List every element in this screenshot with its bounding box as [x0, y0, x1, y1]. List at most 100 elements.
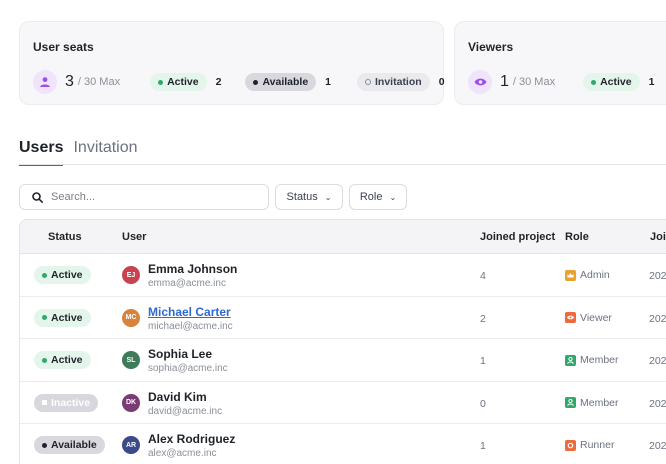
active-dot-icon: [42, 315, 47, 320]
status-label: Active: [51, 269, 83, 281]
active-label: Active: [167, 76, 199, 88]
viewers-card: Viewers 1 / 30 Max Active 1: [454, 21, 666, 105]
available-label: Available: [262, 76, 309, 88]
table-row[interactable]: Active MC Michael Carter michael@acme.in…: [20, 297, 666, 339]
table-header: Status User Joined project Role Joi: [20, 220, 666, 254]
avatar: EJ: [122, 266, 140, 284]
avatar: SL: [122, 351, 140, 369]
status-badge: Active: [34, 308, 91, 327]
role-cell: Member: [565, 354, 619, 366]
header-user[interactable]: User: [122, 231, 146, 243]
search-box[interactable]: [19, 184, 269, 210]
avatar: AR: [122, 436, 140, 454]
status-filter-label: Status: [286, 191, 318, 203]
status-badge: Inactive: [34, 393, 99, 412]
chevron-down-icon: ⌄: [389, 192, 397, 202]
users-table: Status User Joined project Role Joi Acti…: [19, 219, 666, 464]
tab-invitation[interactable]: Invitation: [73, 139, 137, 166]
user-name: Alex Rodriguez: [148, 432, 236, 446]
viewers-summary: 1 / 30 Max Active 1: [468, 70, 654, 94]
person-icon: [565, 397, 576, 408]
user-seats-summary: 3 / 30 Max Active 2 Available 1 Invitati…: [33, 70, 445, 94]
available-count: 1: [325, 76, 332, 88]
user-name-link[interactable]: Michael Carter: [148, 305, 231, 319]
user-icon: [33, 70, 57, 94]
search-input[interactable]: [51, 191, 251, 203]
header-join-date[interactable]: Joi: [650, 231, 666, 243]
viewers-active-badge: Active: [583, 73, 640, 91]
user-seats-title: User seats: [33, 40, 94, 54]
role-label: Runner: [580, 439, 615, 451]
search-icon: [32, 191, 43, 203]
available-dot-icon: [253, 79, 259, 85]
role-filter-label: Role: [359, 191, 383, 203]
join-date: 202: [649, 397, 666, 410]
role-label: Viewer: [580, 311, 612, 324]
user-name: Sophia Lee: [148, 347, 213, 361]
active-count: 2: [215, 76, 222, 88]
tab-bar: Users Invitation: [19, 139, 148, 166]
crown-icon: [565, 269, 576, 281]
table-row[interactable]: Available AR Alex Rodriguez alex@acme.in…: [20, 424, 666, 464]
header-status[interactable]: Status: [48, 231, 82, 243]
status-badge: Active: [34, 266, 91, 284]
user-email: emma@acme.inc: [148, 278, 226, 289]
viewers-title: Viewers: [468, 40, 514, 54]
header-role[interactable]: Role: [565, 231, 589, 243]
user-email: sophia@acme.inc: [148, 363, 228, 374]
role-filter-button[interactable]: Role ⌄: [349, 184, 407, 210]
runner-icon: [565, 439, 576, 451]
active-dot-icon: [158, 79, 164, 85]
available-badge: Available: [245, 73, 317, 91]
active-dot-icon: [591, 79, 597, 85]
seats-max: / 30 Max: [77, 76, 121, 88]
table-row[interactable]: Active EJ Emma Johnson emma@acme.inc 4 A…: [20, 254, 666, 297]
table-row[interactable]: Active SL Sophia Lee sophia@acme.inc 1 M…: [20, 339, 666, 382]
chevron-down-icon: ⌄: [324, 192, 332, 202]
invitation-badge: Invitation: [357, 73, 430, 91]
user-name: Emma Johnson: [148, 262, 238, 276]
status-label: Inactive: [51, 396, 91, 409]
role-label: Member: [580, 396, 619, 409]
joined-count: 1: [480, 440, 486, 452]
joined-count: 0: [480, 397, 486, 410]
inactive-square-icon: [42, 400, 47, 405]
status-badge: Active: [34, 351, 91, 369]
active-dot-icon: [42, 272, 47, 278]
status-label: Available: [51, 439, 97, 451]
user-email: michael@acme.inc: [148, 320, 233, 332]
invitation-dot-icon: [365, 79, 372, 85]
avatar: MC: [122, 308, 140, 327]
join-date: 202: [649, 440, 666, 452]
joined-count: 2: [480, 312, 486, 325]
header-joined[interactable]: Joined project: [480, 231, 555, 243]
role-cell: Admin: [565, 269, 610, 281]
user-name: David Kim: [148, 389, 207, 404]
eye-icon: [565, 312, 576, 323]
table-row[interactable]: Inactive DK David Kim david@acme.inc 0 M…: [20, 382, 666, 424]
user-seats-card: User seats 3 / 30 Max Active 2 Available…: [19, 21, 445, 105]
avatar: DK: [122, 393, 140, 412]
user-email: alex@acme.inc: [148, 448, 217, 459]
viewers-max: / 30 Max: [512, 76, 556, 88]
user-email: david@acme.inc: [148, 405, 223, 417]
role-label: Admin: [580, 269, 610, 281]
join-date: 202: [649, 355, 666, 367]
active-dot-icon: [42, 357, 47, 363]
status-label: Active: [51, 311, 83, 324]
tab-users[interactable]: Users: [19, 139, 64, 166]
eye-icon: [468, 70, 492, 94]
joined-count: 4: [480, 270, 486, 282]
invitation-count: 0: [438, 76, 445, 88]
status-filter-button[interactable]: Status ⌄: [275, 184, 343, 210]
viewers-count: 1: [500, 73, 509, 90]
status-badge: Available: [34, 436, 105, 454]
person-icon: [565, 354, 576, 366]
viewers-active-label: Active: [600, 76, 632, 88]
role-label: Member: [580, 354, 619, 366]
join-date: 202: [649, 312, 666, 325]
invitation-label: Invitation: [375, 76, 422, 88]
role-cell: Viewer: [565, 312, 612, 324]
role-cell: Member: [565, 397, 619, 409]
active-badge: Active: [150, 73, 207, 91]
